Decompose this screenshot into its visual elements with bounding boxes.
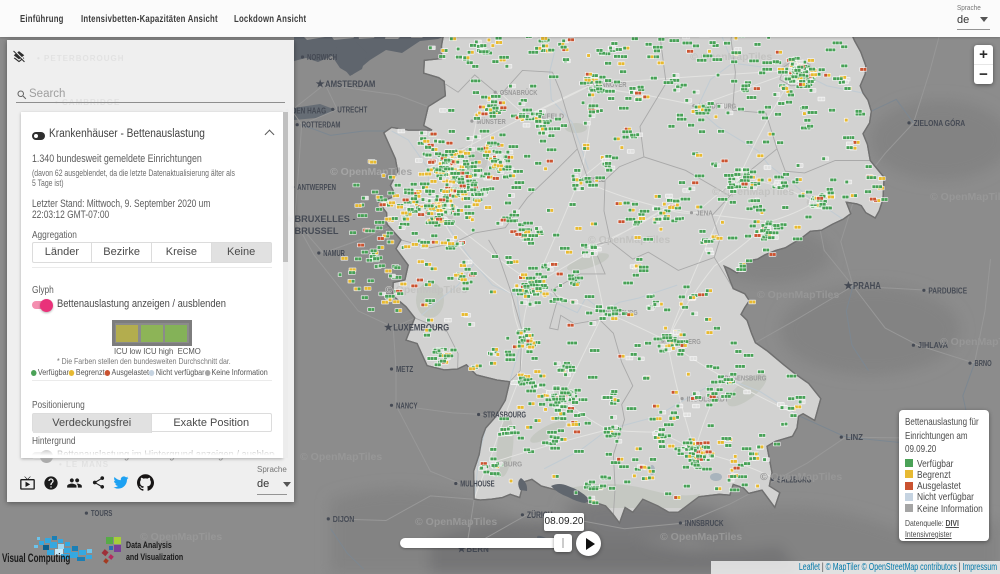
svg-text:© OpenMapTiles: © OpenMapTiles (330, 166, 412, 178)
svg-text:TOURS: TOURS (91, 509, 113, 518)
svg-text:METZ: METZ (396, 365, 413, 374)
svg-text:JENA: JENA (696, 209, 713, 218)
svg-text:© OpenMapTiles: © OpenMapTiles (300, 451, 382, 463)
svg-text:© OpenMapTiles: © OpenMapTiles (940, 336, 1000, 348)
svg-text:DEN HAAG: DEN HAAG (292, 106, 326, 115)
svg-text:© OpenMapTiles: © OpenMapTiles (760, 471, 842, 483)
svg-text:© OpenMapTiles: © OpenMapTiles (930, 191, 1000, 203)
svg-text:LINZ: LINZ (846, 433, 863, 442)
svg-text:© OpenMapTiles: © OpenMapTiles (660, 531, 742, 543)
svg-text:INNSBRUCK: INNSBRUCK (685, 519, 724, 528)
svg-text:© OpenMapTiles: © OpenMapTiles (588, 234, 670, 246)
svg-text:★: ★ (383, 322, 393, 334)
svg-text:ZIELONA GÓRA: ZIELONA GÓRA (914, 119, 966, 128)
svg-text:★: ★ (315, 79, 325, 91)
svg-text:© OpenMapTiles: © OpenMapTiles (415, 516, 497, 528)
svg-text:ROTTERDAM: ROTTERDAM (302, 121, 341, 130)
svg-text:BRUXELLES -: BRUXELLES - (295, 214, 356, 225)
svg-text:NANCY: NANCY (396, 401, 418, 410)
svg-text:LUXEMBOURG: LUXEMBOURG (393, 322, 449, 333)
svg-text:PRAHA: PRAHA (853, 281, 881, 292)
svg-text:UTRECHT: UTRECHT (337, 105, 367, 114)
svg-text:OSNABRÜCK: OSNABRÜCK (500, 88, 538, 97)
svg-text:© OpenMapTiles: © OpenMapTiles (757, 289, 839, 301)
svg-text:DIJON: DIJON (333, 515, 355, 524)
svg-text:BRUSSEL: BRUSSEL (295, 226, 339, 237)
svg-text:ANTWERPEN: ANTWERPEN (297, 183, 336, 192)
svg-text:BRNO: BRNO (975, 359, 992, 368)
svg-text:MULHOUSE: MULHOUSE (460, 480, 495, 489)
svg-text:NORWICH: NORWICH (307, 53, 337, 62)
svg-text:AMSTERDAM: AMSTERDAM (325, 79, 375, 90)
svg-text:PARDUBICE: PARDUBICE (928, 286, 967, 295)
